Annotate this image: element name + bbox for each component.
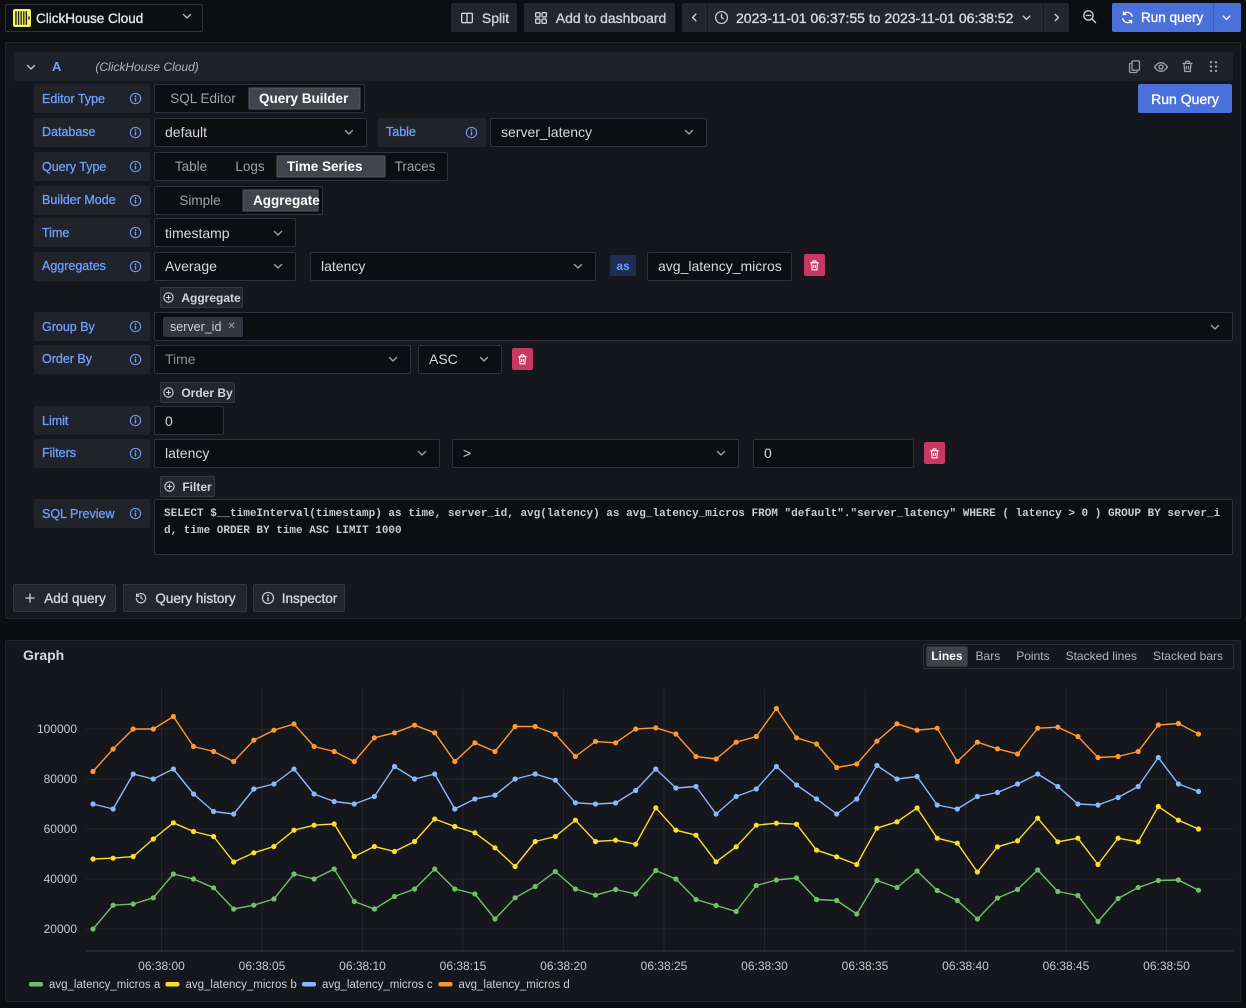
svg-text:06:38:05: 06:38:05 xyxy=(239,959,286,973)
svg-text:06:38:35: 06:38:35 xyxy=(842,959,889,973)
svg-text:avg_latency_micros c: avg_latency_micros c xyxy=(322,979,433,991)
svg-text:06:38:45: 06:38:45 xyxy=(1043,959,1090,973)
svg-text:06:38:30: 06:38:30 xyxy=(741,959,788,973)
svg-text:100000: 100000 xyxy=(37,722,77,736)
svg-text:06:38:50: 06:38:50 xyxy=(1143,959,1190,973)
svg-text:06:38:40: 06:38:40 xyxy=(942,959,989,973)
svg-text:80000: 80000 xyxy=(44,772,78,786)
svg-text:06:38:20: 06:38:20 xyxy=(540,959,587,973)
svg-text:20000: 20000 xyxy=(44,922,78,936)
svg-text:06:38:25: 06:38:25 xyxy=(641,959,688,973)
svg-text:06:38:00: 06:38:00 xyxy=(138,959,185,973)
svg-text:avg_latency_micros a: avg_latency_micros a xyxy=(49,979,161,991)
svg-text:avg_latency_micros b: avg_latency_micros b xyxy=(186,979,297,991)
svg-text:40000: 40000 xyxy=(44,872,78,886)
svg-text:06:38:10: 06:38:10 xyxy=(339,959,386,973)
svg-text:avg_latency_micros d: avg_latency_micros d xyxy=(459,979,570,991)
svg-text:06:38:15: 06:38:15 xyxy=(440,959,487,973)
svg-text:60000: 60000 xyxy=(44,822,78,836)
